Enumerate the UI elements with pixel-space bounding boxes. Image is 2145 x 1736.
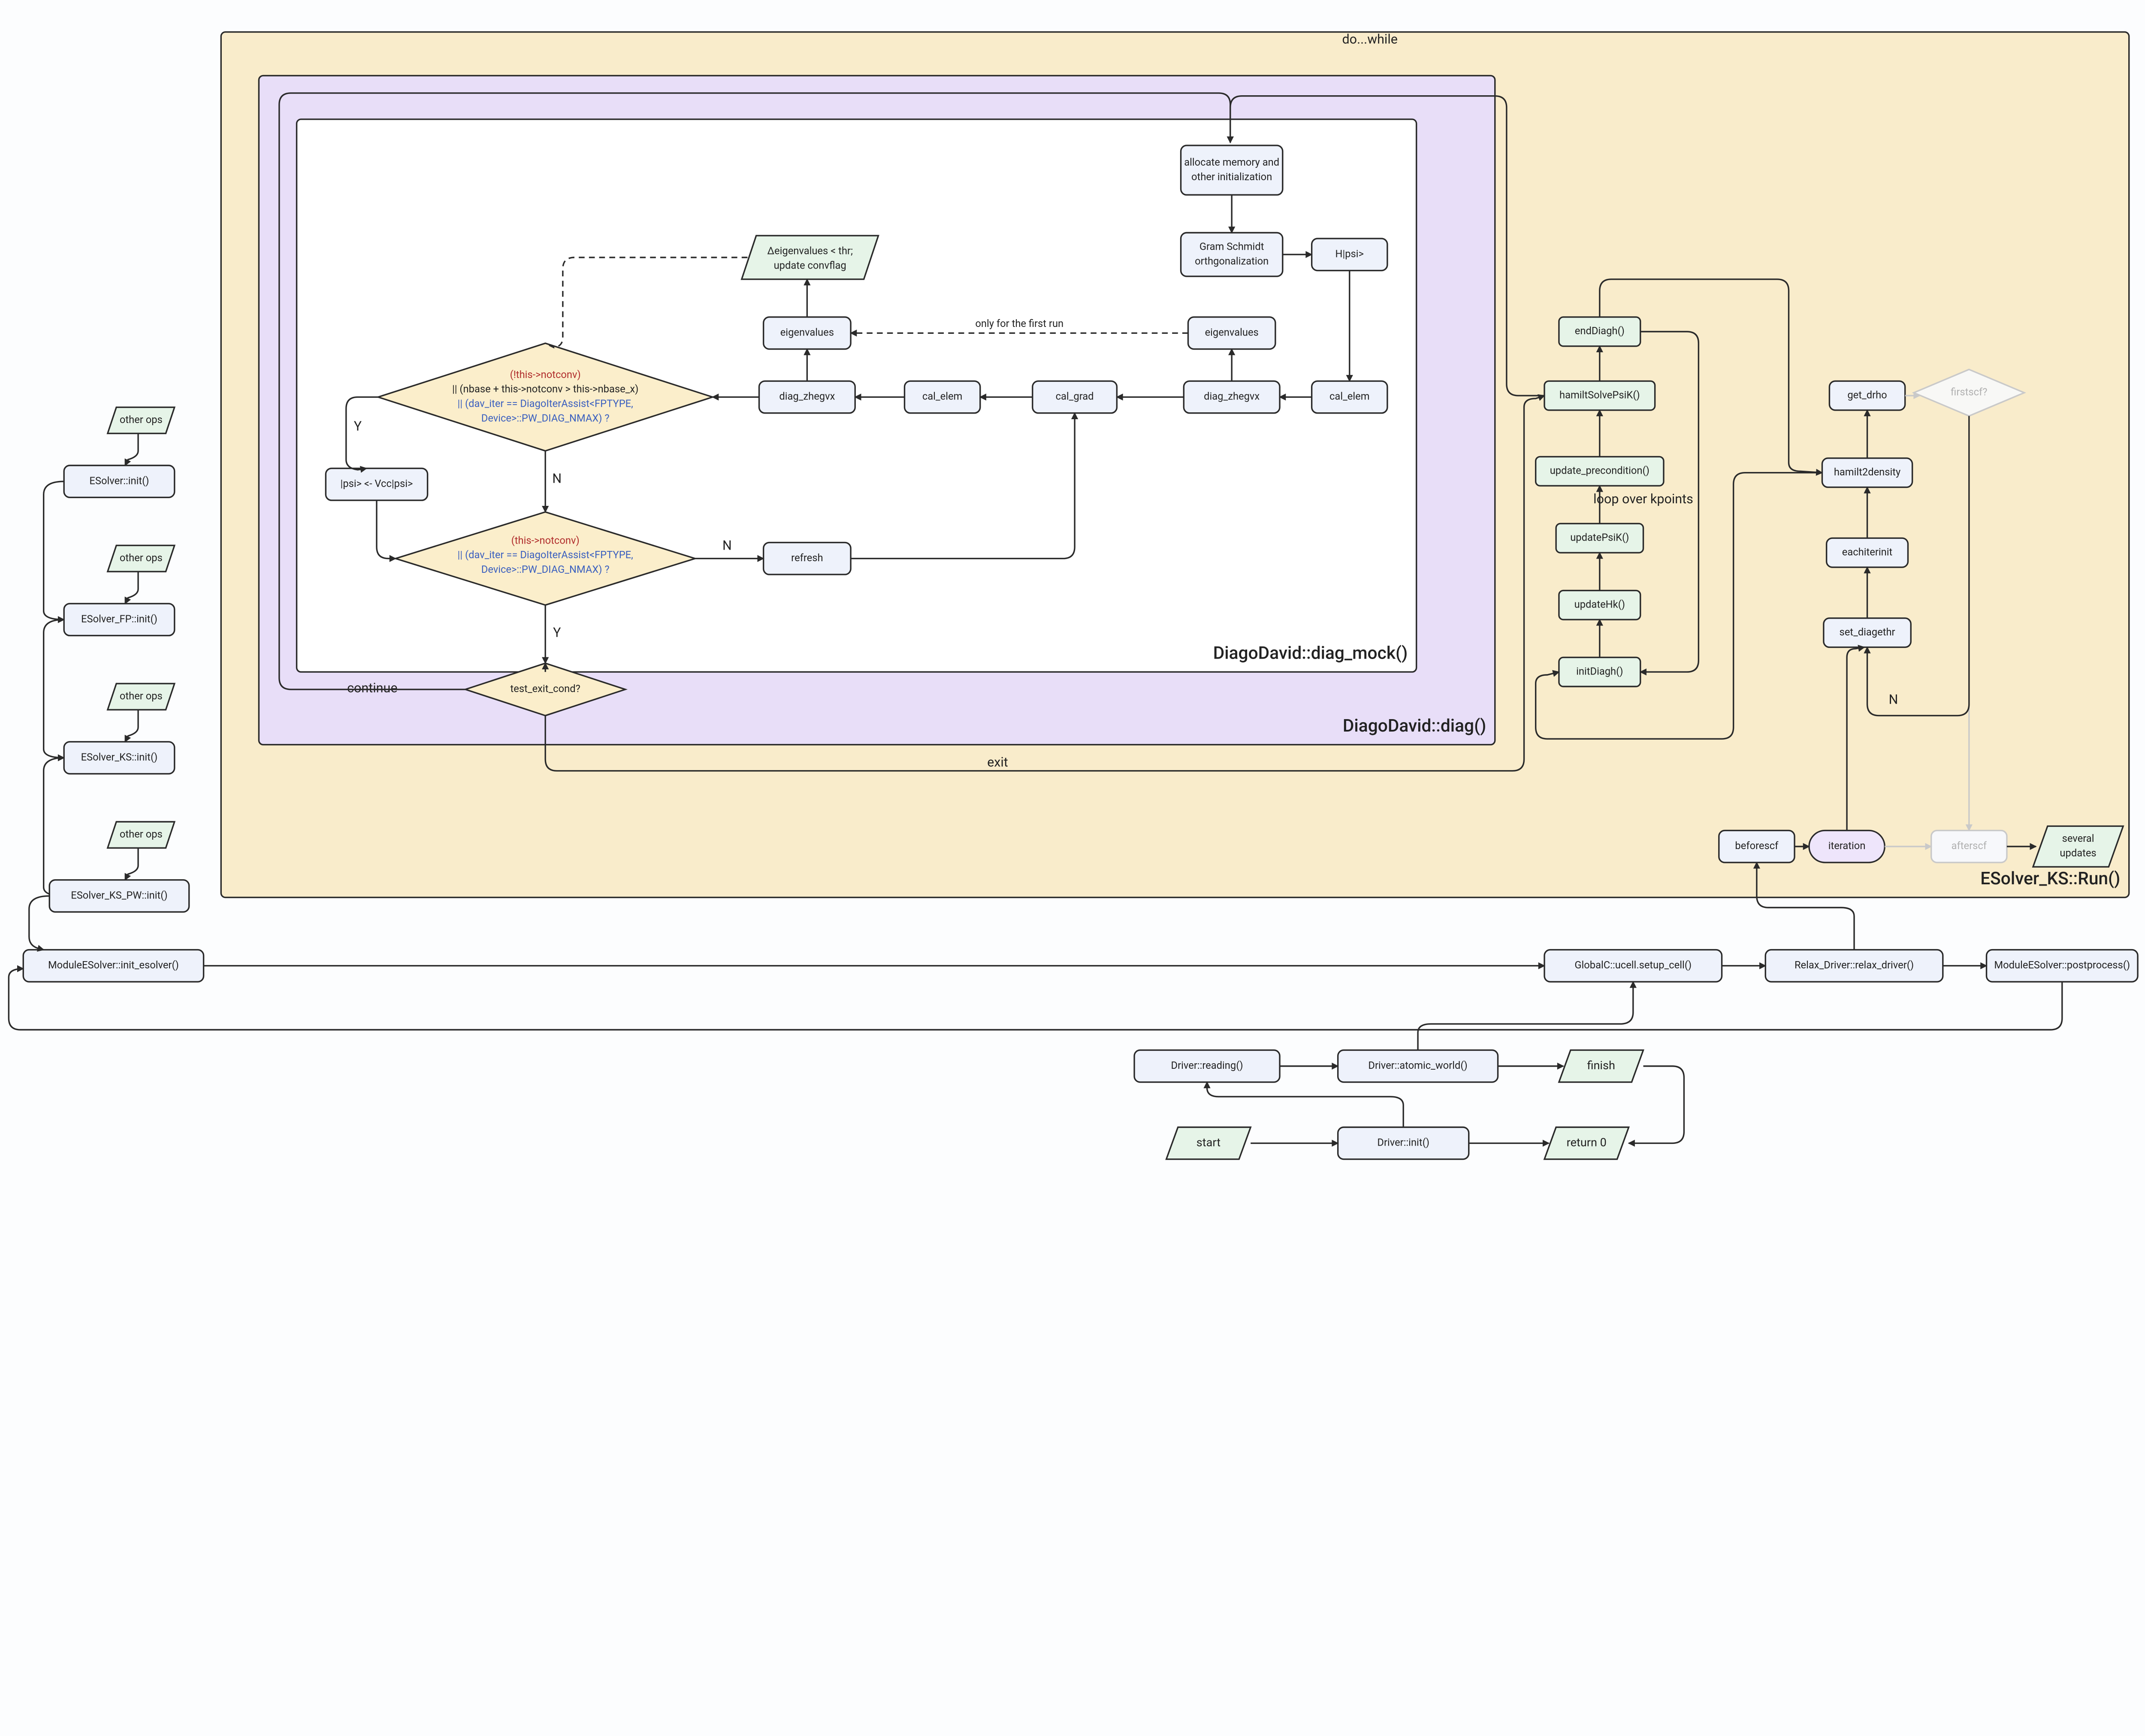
driver-finish-label: finish [1587,1059,1615,1072]
label-loop-kpoints: loop over kpoints [1593,492,1693,507]
node-cond2-b: || (dav_iter == DiagoIterAssist<FPTYPE, [458,549,633,561]
node-cond2-c: Device>::PW_DIAG_NMAX) ? [481,563,610,575]
node-cond1-a: (!this->notconv) [510,369,581,381]
node-cond1-c: || (dav_iter == DiagoIterAssist<FPTYPE, [458,398,633,410]
node-hamilt2density-label: hamilt2density [1834,466,1900,478]
label-do-while: do...while [1342,32,1397,47]
node-cal-grad-label: cal_grad [1056,390,1094,402]
label-cond1-Y: Y [354,419,362,434]
driver-start-label: start [1196,1136,1221,1149]
node-cond1-d: Device>::PW_DIAG_NMAX) ? [481,412,610,424]
label-cond1-N: N [552,471,562,486]
node-postprocess-label: ModuleESolver::postprocess() [1994,959,2130,971]
label-cond2-N: N [722,538,732,553]
node-diag-zhegvx-l-label: diag_zhegvx [779,390,835,402]
node-setdiagethr-label: set_diagethr [1839,626,1895,638]
node-several-updates-label2: updates [2060,847,2096,859]
node-endDiagh-label: endDiagh() [1575,325,1625,337]
node-alloc-label1: allocate memory and [1184,156,1279,168]
node-eigenvalues-r-label: eigenvalues [1205,327,1259,339]
edge-atomic-setupcell [1418,982,1633,1050]
node-updatePrecond-label: update_precondition() [1550,465,1650,477]
node-setup-cell-label: GlobalC::ucell.setup_cell() [1574,959,1692,971]
leftchain-ops3-label: other ops [120,690,163,702]
node-afterscf-label: afterscf [1952,840,1987,852]
leftchain-init2-label: ESolver_FP::init() [81,613,157,625]
node-alloc-label2: other initialization [1191,171,1272,183]
node-gram [1181,233,1283,276]
container-title-white: DiagoDavid::diag_mock() [1213,643,1408,663]
leftchain-init1-label: ESolver::init() [89,475,149,487]
node-initDiagh-label: initDiagh() [1576,665,1623,677]
edge-drvinit-reading [1207,1082,1404,1127]
node-cond2-a: (this->notconv) [511,534,580,546]
node-cal-elem-l-label: cal_elem [922,390,963,402]
edge-init4-modinit [29,896,49,950]
node-delta-eig-b: update convflag [774,260,846,272]
edge-post-back-modinit [9,969,2062,1030]
edge-init1-init2 [44,481,64,620]
leftchain-modinit-label: ModuleESolver::init_esolver() [48,959,179,971]
label-cond2-Y: Y [553,626,561,641]
edge-ops4-init4 [125,848,139,880]
node-hamiltSolve-label: hamiltSolvePsiK() [1559,389,1640,401]
leftchain-ops4-label: other ops [120,828,163,840]
label-continue: continue [347,681,397,696]
node-get-drho-label: get_drho [1847,389,1887,401]
driver-atomic-world-label: Driver::atomic_world() [1368,1059,1467,1071]
leftchain-ops2-label: other ops [120,552,163,564]
node-eigenvalues-l-label: eigenvalues [780,327,834,339]
node-several-updates-label1: several [2062,832,2094,844]
node-delta-eig-a: Δeigenvalues < thr; [767,245,853,257]
node-cond1-b: || (nbase + this->notconv > this->nbase_… [452,383,638,395]
edge-init2-init3 [44,620,64,758]
node-test-exit-cond-label: test_exit_cond? [511,683,580,695]
container-title-purple: DiagoDavid::diag() [1343,715,1486,736]
node-gram-label1: Gram Schmidt [1199,241,1264,253]
node-firstscf-label: firstscf? [1951,386,1987,398]
node-updatePsiK-label: updatePsiK() [1570,532,1629,544]
node-updateHk-label: updateHk() [1574,598,1625,610]
edge-ops1-init1 [125,433,139,466]
node-gram-label2: orthgonalization [1195,255,1269,267]
node-beforescf-label: beforescf [1735,840,1779,852]
node-psi-vcc-label: |psi> <- Vcc|psi> [341,478,413,490]
label-only-first: only for the first run [975,318,1063,330]
node-iteration-label: iteration [1828,840,1866,852]
label-exit: exit [987,755,1008,770]
node-delta-eig [742,236,879,279]
node-cal-elem-r-label: cal_elem [1329,390,1370,402]
edge-ops2-init2 [125,572,139,604]
node-hpsi-label: H|psi> [1335,248,1364,260]
driver-init-label: Driver::init() [1377,1137,1429,1149]
node-refresh-label: refresh [791,552,823,564]
node-diag-zhegvx-r-label: diag_zhegvx [1204,390,1260,402]
leftchain-ops1-label: other ops [120,414,163,426]
driver-return0-label: return 0 [1567,1136,1607,1149]
driver-reading-label: Driver::reading() [1171,1059,1243,1071]
node-eachiterinit-label: eachiterinit [1842,546,1893,558]
container-title-yellow: ESolver_KS::Run() [1980,868,2120,889]
edge-ops3-init3 [125,710,139,742]
leftchain-init3-label: ESolver_KS::init() [81,751,158,763]
edge-finish-return [1629,1066,1684,1143]
diagram-canvas: ESolver_KS::Run() DiagoDavid::diag() Dia… [0,0,2145,1201]
edge-init3-init4 [44,758,64,896]
node-alloc [1181,145,1283,195]
label-firstscf-N: N [1889,693,1898,708]
node-relax-driver-label: Relax_Driver::relax_driver() [1795,959,1914,971]
leftchain-init4-label: ESolver_KS_PW::init() [71,889,167,901]
